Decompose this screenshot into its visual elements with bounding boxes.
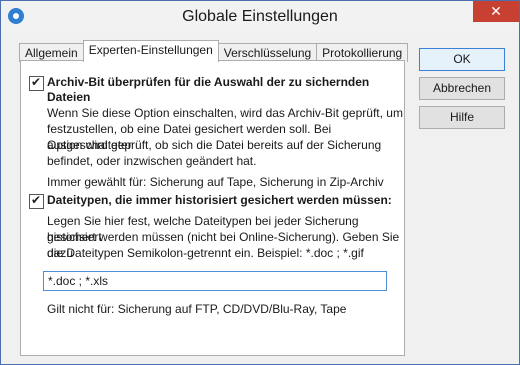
archive-bit-desc-line1: Wenn Sie diese Option einschalten, wird … — [47, 106, 403, 120]
tab-panel: Archiv-Bit überprüfen für die Auswahl de… — [20, 60, 405, 356]
window-title: Globale Einstellungen — [182, 8, 338, 25]
file-types-label: Dateitypen, die immer historisiert gesic… — [47, 193, 392, 207]
archive-bit-desc-line3: Option wird geprüft, ob sich die Datei b… — [47, 138, 382, 152]
cancel-button[interactable]: Abbrechen — [419, 77, 505, 100]
file-types-checkbox[interactable] — [29, 193, 44, 209]
tab-experten-einstellungen[interactable]: Experten-Einstellungen — [82, 40, 219, 62]
archive-bit-note: Immer gewählt für: Sicherung auf Tape, S… — [47, 175, 384, 189]
archive-bit-label-line2: Dateien — [47, 90, 91, 104]
file-types-note: Gilt nicht für: Sicherung auf FTP, CD/DV… — [47, 302, 347, 316]
archive-bit-desc-line4: befindet, oder inzwischen geändert hat. — [47, 154, 257, 168]
help-button[interactable]: Hilfe — [419, 106, 505, 129]
ok-button[interactable]: OK — [419, 48, 505, 71]
archive-bit-label-line1: Archiv-Bit überprüfen für die Auswahl de… — [47, 75, 370, 89]
close-button[interactable]: ✕ — [473, 1, 519, 22]
file-types-input[interactable]: *.doc ; *.xls — [43, 271, 387, 291]
tab-strip: Allgemein Experten-Einstellungen Verschl… — [19, 40, 409, 62]
title-bar: Globale Einstellungen ✕ — [1, 1, 519, 31]
file-types-desc-line3: die Dateitypen Semikolon-getrennt ein. B… — [47, 246, 364, 260]
archive-bit-checkbox[interactable] — [29, 75, 44, 91]
dialog-window: Globale Einstellungen ✕ Allgemein Expert… — [0, 0, 520, 365]
